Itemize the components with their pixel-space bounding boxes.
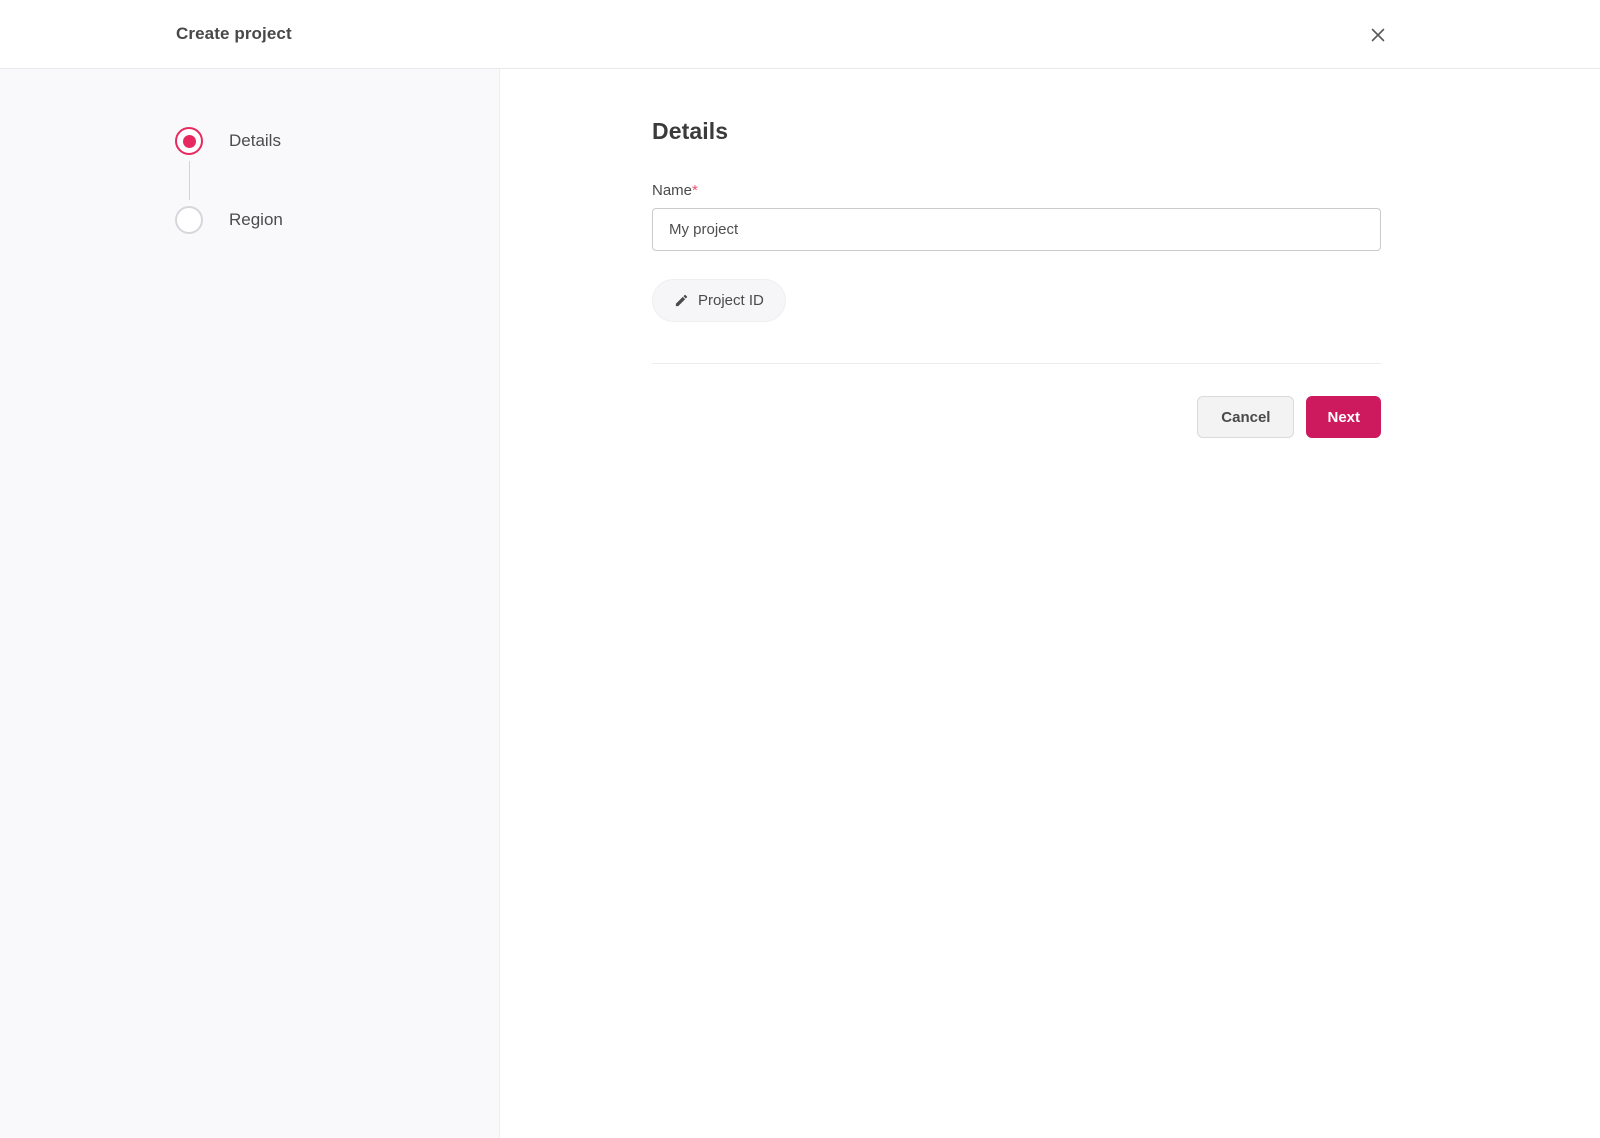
stepper-step-details[interactable]: Details <box>175 127 499 155</box>
pencil-icon <box>674 293 689 308</box>
content-divider <box>652 363 1381 364</box>
close-button[interactable] <box>1362 19 1394 51</box>
project-name-input[interactable] <box>652 208 1381 251</box>
name-field-label: Name <box>652 182 693 199</box>
modal-title: Create project <box>176 24 292 43</box>
stepper-connector <box>175 155 203 206</box>
step-radio-active-icon <box>175 127 203 155</box>
close-icon <box>1369 26 1387 44</box>
modal-header: Create project <box>0 0 1600 69</box>
step-label-details: Details <box>229 131 281 150</box>
modal-body: Details Region Details Name* My project … <box>0 69 1600 1138</box>
required-marker: * <box>692 182 698 199</box>
step-label-region: Region <box>229 210 283 229</box>
name-field-group: Name* <box>652 182 1381 251</box>
step-heading: Details <box>652 118 729 144</box>
next-button[interactable]: Next <box>1306 396 1381 438</box>
cancel-button[interactable]: Cancel <box>1197 396 1295 438</box>
main-panel: Details Name* Project ID Cancel <box>500 69 1600 1138</box>
details-step-content: Details Name* Project ID Cancel <box>652 118 1381 438</box>
stepper-step-region[interactable]: Region <box>175 206 499 234</box>
project-id-chip[interactable]: Project ID <box>652 279 786 322</box>
create-project-modal: Create project Details Region Details Na… <box>0 0 1600 1138</box>
project-id-chip-label: Project ID <box>698 292 764 309</box>
step-radio-inactive-icon <box>175 206 203 234</box>
footer-actions: Cancel Next <box>652 396 1381 438</box>
wizard-stepper-sidebar: Details Region <box>0 69 500 1138</box>
